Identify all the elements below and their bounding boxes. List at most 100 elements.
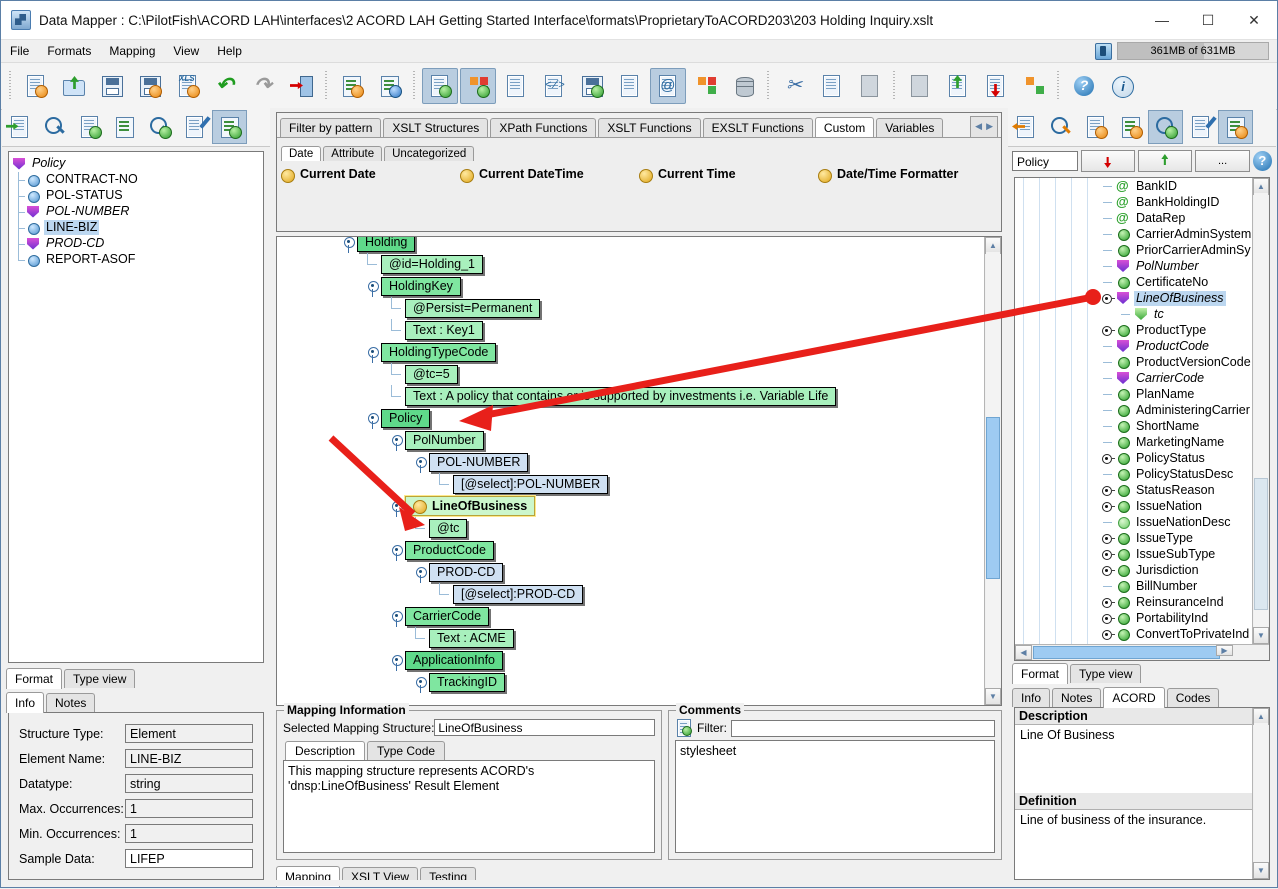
paste-button[interactable] <box>852 68 888 104</box>
tab-description[interactable]: Description <box>285 741 366 760</box>
tree-expand-handle[interactable] <box>1101 322 1115 338</box>
source-tree-label[interactable]: POL-NUMBER <box>44 204 131 219</box>
target-tree-label[interactable]: IssueSubType <box>1134 547 1217 562</box>
source-tree-label[interactable]: POL-STATUS <box>44 188 125 203</box>
target-tree-row[interactable]: ConvertToPrivateInd <box>1101 626 1252 642</box>
attribute-view-button[interactable]: @ <box>650 68 686 104</box>
target-tree-row[interactable]: ProductType <box>1101 322 1252 338</box>
mapping-node[interactable]: TrackingID <box>429 672 505 692</box>
mapping-tree-row[interactable]: CarrierCode <box>277 605 984 627</box>
value-min-occurrences[interactable]: 1 <box>125 824 253 843</box>
source-view-button[interactable]: </> <box>536 68 572 104</box>
comments-filter-input[interactable] <box>731 719 995 737</box>
hscroll-thumb[interactable] <box>1033 646 1220 659</box>
target-tree-label[interactable]: MarketingName <box>1134 435 1226 450</box>
more-options-button[interactable]: ... <box>1195 150 1250 172</box>
mapping-tree-row[interactable]: ApplicationInfo <box>277 649 984 671</box>
tree-expand-handle[interactable] <box>1101 610 1115 626</box>
mapping-tree-row[interactable]: Policy <box>277 407 984 429</box>
mapping-node[interactable]: ProductCode <box>405 540 494 560</box>
menu-file[interactable]: File <box>1 42 38 60</box>
mapping-node[interactable]: POL-NUMBER <box>429 452 529 472</box>
target-attributes-button[interactable] <box>1113 110 1148 144</box>
function-tab-xslt-functions[interactable]: XSLT Functions <box>598 118 701 137</box>
tab-source-format[interactable]: Format <box>6 668 63 690</box>
target-tree-row[interactable]: LineOfBusiness <box>1101 290 1252 306</box>
mapping-node[interactable]: @tc=5 <box>405 364 458 384</box>
target-tree-label[interactable]: CarrierAdminSystem <box>1134 227 1252 242</box>
value-element-name[interactable]: LINE-BIZ <box>125 749 253 768</box>
mapping-tree-vscrollbar[interactable]: ▲ ▼ <box>984 237 1001 705</box>
tab-source-type-view[interactable]: Type view <box>64 669 136 689</box>
edit-source-button[interactable] <box>177 110 212 144</box>
mapping-node[interactable]: @id=Holding_1 <box>381 254 484 274</box>
tab-scroll-left-icon[interactable]: ◀ <box>975 121 982 132</box>
collapse-to-node-button[interactable] <box>1081 150 1136 172</box>
target-tree-vscrollbar[interactable]: ▲ ▼ <box>1252 178 1269 644</box>
tree-expand-handle[interactable] <box>341 237 357 253</box>
target-tree-row[interactable]: PlanName <box>1101 386 1252 402</box>
tab-target-codes[interactable]: Codes <box>1166 688 1220 707</box>
target-tree-row[interactable]: PriorCarrierAdminSy <box>1101 242 1252 258</box>
toolbar-grip[interactable] <box>8 71 14 101</box>
mapping-tree-row[interactable]: Text : A policy that contains or is supp… <box>277 385 984 407</box>
target-tree-label[interactable]: Jurisdiction <box>1134 563 1201 578</box>
source-tree-row[interactable]: REPORT-ASOF <box>11 251 261 268</box>
source-tree-row[interactable]: POL-STATUS <box>11 187 261 204</box>
database-button[interactable] <box>726 68 762 104</box>
tree-expand-handle[interactable] <box>389 605 405 627</box>
show-colors-button[interactable] <box>460 68 496 104</box>
function-tab-filter-by-pattern[interactable]: Filter by pattern <box>280 118 382 137</box>
mapping-tree-row[interactable]: HoldingTypeCode <box>277 341 984 363</box>
target-tree-label[interactable]: IssueNation <box>1134 499 1204 514</box>
toolbar-grip-4[interactable] <box>766 71 772 101</box>
mapping-tree-row[interactable]: @tc=5 <box>277 363 984 385</box>
cut-button[interactable]: ✂ <box>776 68 812 104</box>
target-tree-row[interactable]: PolNumber <box>1101 258 1252 274</box>
source-attributes-button[interactable] <box>107 110 142 144</box>
mapping-node[interactable]: Text : Key1 <box>405 320 483 340</box>
target-tree-row[interactable]: ProductCode <box>1101 338 1252 354</box>
function-subtab-attribute[interactable]: Attribute <box>323 146 383 161</box>
mapping-node[interactable]: LineOfBusiness <box>405 496 536 516</box>
tree-expand-handle[interactable] <box>1101 546 1115 562</box>
mapping-tree-panel[interactable]: Holding @id=Holding_1 HoldingKey @Persist=P… <box>276 236 1002 706</box>
target-tree-label[interactable]: ProductCode <box>1134 339 1211 354</box>
target-tree-label[interactable]: PolicyStatusDesc <box>1134 467 1235 482</box>
toolbar-grip-3[interactable] <box>412 71 418 101</box>
target-tree-label[interactable]: ProductVersionCode <box>1134 355 1252 370</box>
mapping-node[interactable]: Text : A policy that contains or is supp… <box>405 386 837 406</box>
redo-button[interactable]: ↷ <box>246 68 282 104</box>
target-tree-label[interactable]: BillNumber <box>1134 579 1199 594</box>
menu-mapping[interactable]: Mapping <box>100 42 164 60</box>
tree-expand-handle[interactable] <box>1101 290 1115 306</box>
target-tree-row[interactable]: AdministeringCarrier <box>1101 402 1252 418</box>
value-datatype[interactable]: string <box>125 774 253 793</box>
minimize-button[interactable]: — <box>1139 1 1185 39</box>
open-file-button[interactable] <box>56 68 92 104</box>
target-tree-label[interactable]: DataRep <box>1134 211 1187 226</box>
mapping-node[interactable]: CarrierCode <box>405 606 490 626</box>
target-tree-label[interactable]: IssueNationDesc <box>1134 515 1233 530</box>
target-tree-row[interactable]: CarrierAdminSystem <box>1101 226 1252 242</box>
target-tree-row[interactable]: @ DataRep <box>1101 210 1252 226</box>
toolbar-grip-6[interactable] <box>1056 71 1062 101</box>
edit-target-button[interactable] <box>1183 110 1218 144</box>
tree-expand-handle[interactable] <box>413 671 429 693</box>
source-tree-row[interactable]: CONTRACT-NO <box>11 171 261 188</box>
target-tree-label[interactable]: CarrierCode <box>1134 371 1206 386</box>
lock-document-button[interactable] <box>612 68 648 104</box>
target-tree-row[interactable]: ReinsuranceInd <box>1101 594 1252 610</box>
source-tree-row[interactable]: LINE-BIZ <box>11 219 261 236</box>
target-tree-label[interactable]: ConvertToPrivateInd <box>1134 627 1251 642</box>
vscroll-thumb[interactable] <box>986 417 1000 579</box>
add-format-button[interactable] <box>334 68 370 104</box>
preview-target-button[interactable] <box>1148 110 1183 144</box>
selected-structure-value[interactable]: LineOfBusiness <box>434 719 655 736</box>
preview-source-button[interactable] <box>142 110 177 144</box>
function-tab-xpath-functions[interactable]: XPath Functions <box>490 118 597 137</box>
mapping-node[interactable]: @tc <box>429 518 468 538</box>
toolbar-grip-5[interactable] <box>892 71 898 101</box>
function-tab-variables[interactable]: Variables <box>876 118 944 137</box>
value-structure-type[interactable]: Element <box>125 724 253 743</box>
